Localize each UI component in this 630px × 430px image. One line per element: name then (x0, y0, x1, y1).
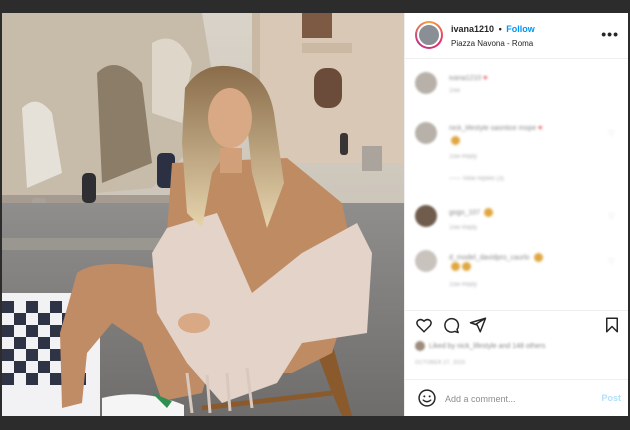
comment-text: gogo_107 (449, 209, 481, 217)
emoji-icon (451, 136, 460, 145)
post-modal: ivana1210 • Follow Piazza Navona - Roma … (2, 13, 628, 416)
post-photo[interactable] (2, 13, 404, 416)
follow-button[interactable]: Follow (506, 24, 535, 34)
location-link[interactable]: Piazza Navona - Roma (451, 39, 533, 48)
emoji-icon (484, 208, 494, 217)
heart-emoji-icon: ♥ (538, 125, 543, 132)
post-date: OCTOBER 27, 2020 (415, 360, 466, 366)
comment-meta: 15w Reply (449, 225, 478, 231)
heart-emoji-icon: ♥ (483, 75, 488, 82)
author-username[interactable]: ivana1210 (451, 24, 494, 34)
more-icon[interactable]: ••• (601, 26, 619, 42)
avatar[interactable] (415, 205, 437, 227)
avatar[interactable] (415, 122, 437, 144)
smile-icon[interactable] (417, 388, 437, 408)
avatar[interactable] (415, 72, 437, 94)
post-header: ivana1210 • Follow Piazza Navona - Roma … (405, 13, 628, 59)
comment-text: ivana1210 (449, 75, 482, 82)
photo-image (2, 13, 404, 416)
post-button[interactable]: Post (601, 393, 621, 403)
likes-summary[interactable]: Liked by nick_lifestyle and 148 others (415, 341, 545, 355)
liker-avatar (415, 341, 425, 351)
share-icon[interactable] (469, 316, 487, 334)
bookmark-icon[interactable] (603, 316, 621, 334)
action-bar (405, 310, 628, 340)
comment-meta: 15w Reply (449, 282, 478, 288)
comment-input[interactable] (445, 391, 585, 407)
comment-icon[interactable] (442, 316, 460, 334)
author-avatar[interactable] (415, 21, 443, 49)
emoji-icon (533, 253, 543, 262)
emoji-icon (451, 262, 460, 271)
author-line: ivana1210 • Follow (451, 24, 535, 34)
emoji-icon (462, 262, 471, 271)
heart-icon[interactable] (415, 316, 433, 334)
likes-text: Liked by nick_lifestyle and 148 others (429, 342, 546, 350)
heart-icon[interactable]: ♡ (608, 257, 615, 266)
comment-meta: 15w (449, 88, 461, 94)
avatar[interactable] (415, 250, 437, 272)
view-replies-link[interactable]: —— View replies (3) (449, 176, 504, 182)
comment-meta: 15w Reply (449, 154, 478, 160)
heart-icon[interactable]: ♡ (608, 212, 615, 221)
separator-dot: • (498, 24, 502, 34)
comments-panel: ivana1210 • Follow Piazza Navona - Roma … (404, 13, 628, 416)
comment-text: nick_lifestyle saontice mope (449, 125, 537, 132)
comment-text: d_model_davidpro_caurlo (449, 254, 530, 262)
add-comment-bar: Post (405, 379, 628, 416)
heart-icon[interactable]: ♡ (608, 129, 615, 138)
comment-list[interactable]: ivana1210 ♥ 15w nick_lifestyle saontice … (405, 60, 628, 310)
